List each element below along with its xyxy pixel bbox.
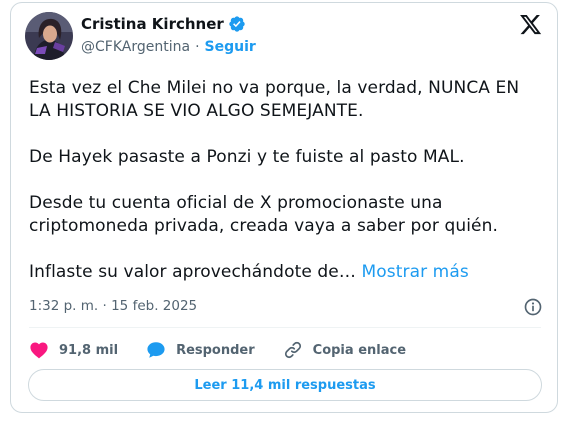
follow-button[interactable]: Seguir (205, 39, 256, 55)
like-button[interactable]: 91,8 mil (29, 341, 118, 359)
tweet-time: 1:32 p. m. (29, 298, 99, 314)
author-name[interactable]: Cristina Kirchner (81, 15, 224, 33)
like-count: 91,8 mil (59, 342, 119, 358)
author-name-row[interactable]: Cristina Kirchner (81, 15, 246, 33)
tweet-date: 15 feb. 2025 (111, 298, 198, 314)
tweet-card: Cristina Kirchner @CFKArgentina · Seguir… (10, 2, 558, 413)
reply-bubble-icon (147, 342, 165, 358)
tweet-paragraph: De Hayek pasaste a Ponzi y te fuiste al … (29, 147, 465, 167)
divider (29, 327, 541, 328)
author-handle[interactable]: @CFKArgentina (81, 39, 190, 55)
tweet-truncated-text: Inflaste su valor aprovechándote de… (29, 262, 356, 282)
copy-link-button[interactable]: Copia enlace (283, 340, 406, 360)
avatar-image (25, 12, 73, 60)
heart-icon (30, 342, 48, 359)
avatar[interactable] (25, 12, 73, 60)
x-logo-icon[interactable] (520, 15, 542, 35)
tweet-timestamp[interactable]: 1:32 p. m. · 15 feb. 2025 (29, 298, 197, 314)
separator: · (195, 39, 200, 55)
action-bar: 91,8 mil Responder Copia enlace (29, 339, 434, 361)
tweet-body: Esta vez el Che Milei no va porque, la v… (29, 77, 545, 284)
show-more-link[interactable]: Mostrar más (361, 262, 468, 282)
copy-link-label: Copia enlace (312, 342, 407, 358)
read-replies-button[interactable]: Leer 11,4 mil respuestas (28, 369, 542, 401)
verified-badge-icon (229, 16, 245, 32)
author-handle-row: @CFKArgentina · Seguir (81, 39, 256, 55)
separator: · (102, 298, 107, 314)
reply-label: Responder (176, 342, 255, 358)
info-icon[interactable] (523, 297, 543, 317)
tweet-paragraph: Esta vez el Che Milei no va porque, la v… (29, 78, 520, 121)
reply-button[interactable]: Responder (146, 341, 255, 359)
tweet-paragraph: Desde tu cuenta oficial de X promocionas… (29, 193, 498, 236)
link-icon (284, 341, 301, 359)
tweet-paragraph-truncated: Inflaste su valor aprovechándote de… Mos… (29, 261, 545, 284)
